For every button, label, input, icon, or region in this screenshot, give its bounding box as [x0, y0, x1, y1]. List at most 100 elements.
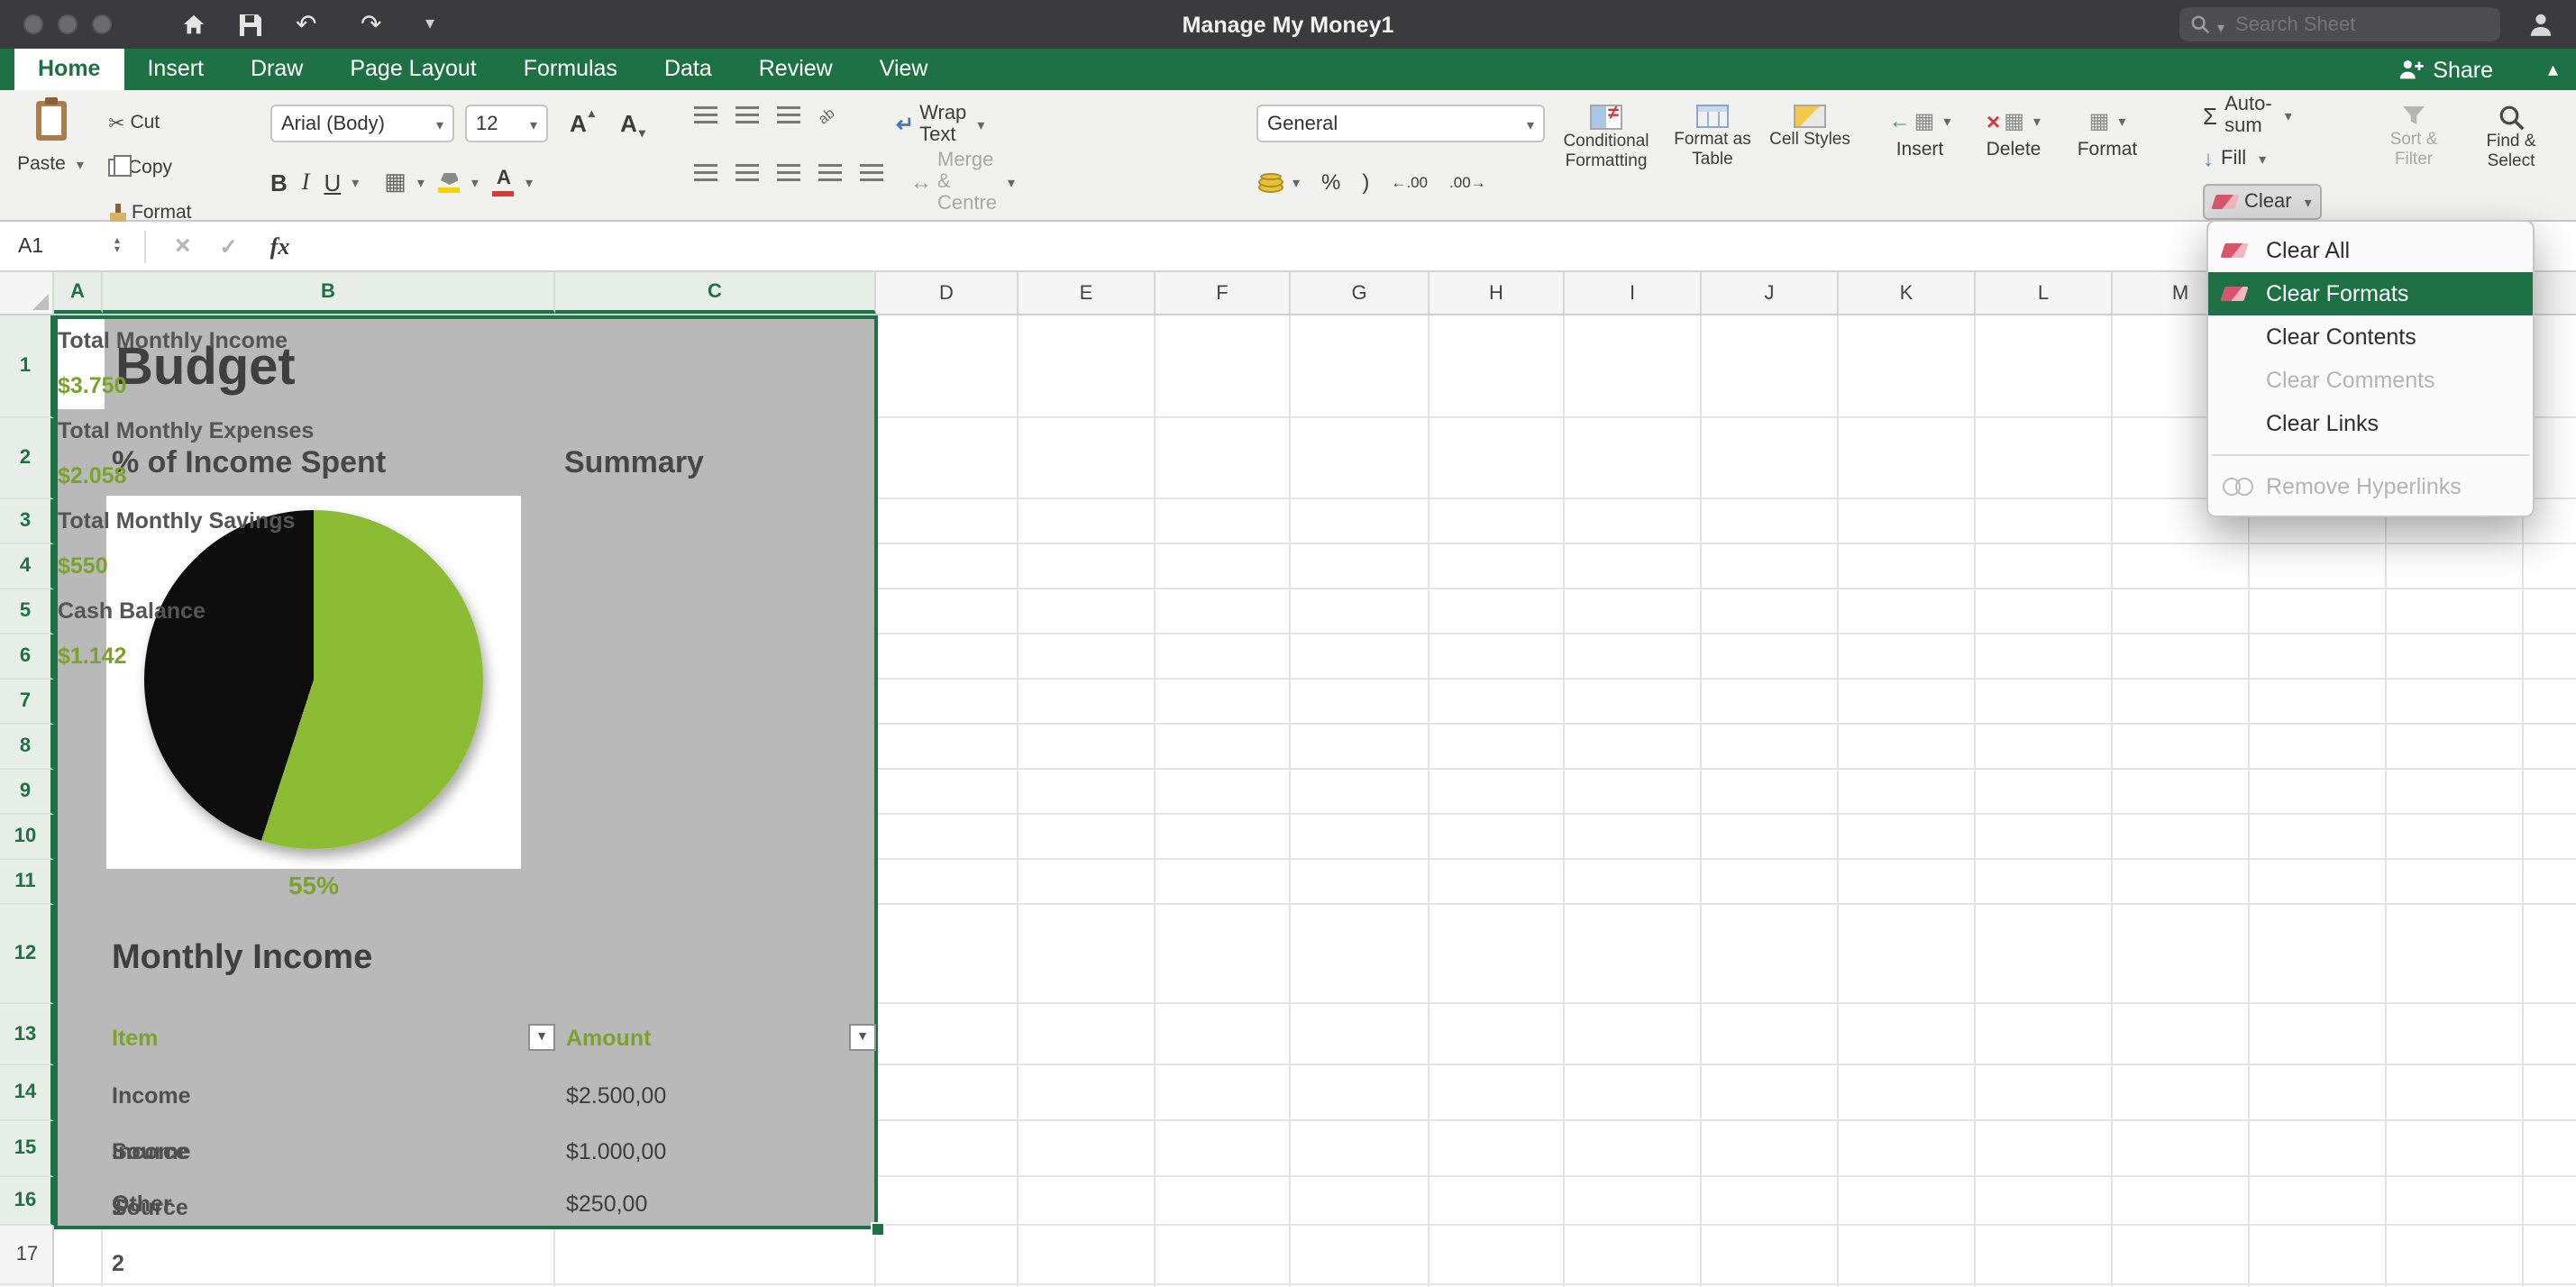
- amount-column-header-cell[interactable]: Amount: [566, 1008, 651, 1069]
- row-header-5[interactable]: 5: [0, 589, 54, 634]
- search-input[interactable]: [2232, 12, 2466, 37]
- format-cells-button[interactable]: Format: [2066, 108, 2149, 162]
- summary-title-cell[interactable]: Summary: [564, 422, 704, 503]
- copy-button[interactable]: Copy: [108, 150, 192, 186]
- row-header-13[interactable]: 13: [0, 1004, 54, 1065]
- increase-decimal-button[interactable]: ←.00: [1391, 173, 1428, 191]
- monthly-income-title-cell[interactable]: Monthly Income: [112, 908, 372, 1008]
- share-button[interactable]: Share: [2397, 49, 2493, 90]
- column-header-j[interactable]: J: [1702, 272, 1839, 314]
- column-header-k[interactable]: K: [1839, 272, 1976, 314]
- align-bottom-icon[interactable]: [777, 106, 800, 124]
- font-color-button[interactable]: A: [493, 164, 533, 200]
- conditional-formatting-button[interactable]: Conditional Formatting: [1554, 105, 1658, 172]
- column-header-b[interactable]: B: [103, 272, 555, 314]
- collapse-ribbon-chevron-icon[interactable]: [2548, 49, 2558, 90]
- text-orientation-icon[interactable]: ab: [815, 104, 837, 126]
- summary-item-label[interactable]: Total Monthly Income: [58, 319, 314, 364]
- row-header-11[interactable]: 11: [0, 860, 54, 905]
- align-center-icon[interactable]: [735, 164, 759, 182]
- row-header-9[interactable]: 9: [0, 770, 54, 815]
- column-header-a[interactable]: A: [54, 272, 103, 314]
- insert-function-fx-icon[interactable]: fx: [270, 232, 290, 260]
- tab-page-layout[interactable]: Page Layout: [326, 49, 499, 90]
- income-item-cell[interactable]: Income Source 1: [112, 1069, 191, 1125]
- item-filter-dropdown-button[interactable]: [528, 1024, 555, 1051]
- search-scope-chevron-icon[interactable]: [2217, 8, 2224, 41]
- tab-draw[interactable]: Draw: [227, 49, 326, 90]
- menu-item-clear-contents[interactable]: Clear Contents: [2208, 315, 2533, 359]
- tab-insert[interactable]: Insert: [123, 49, 227, 90]
- tab-formulas[interactable]: Formulas: [500, 49, 641, 90]
- row-header-17[interactable]: 17: [0, 1226, 54, 1285]
- menu-item-clear-links[interactable]: Clear Links: [2208, 402, 2533, 445]
- tab-review[interactable]: Review: [735, 49, 856, 90]
- bold-button[interactable]: B: [270, 169, 288, 196]
- currency-format-button[interactable]: [1260, 164, 1300, 200]
- align-top-icon[interactable]: [694, 106, 717, 124]
- summary-item-label[interactable]: Total Monthly Savings: [58, 499, 314, 544]
- pie-percent-label-cell[interactable]: 55%: [106, 863, 521, 908]
- increase-indent-icon[interactable]: [860, 164, 883, 182]
- cut-button[interactable]: Cut: [108, 105, 192, 141]
- increase-font-size-button[interactable]: [559, 105, 606, 142]
- italic-button[interactable]: I: [302, 168, 310, 196]
- borders-button[interactable]: [384, 164, 425, 200]
- row-header-14[interactable]: 14: [0, 1065, 54, 1121]
- name-box[interactable]: A1: [0, 235, 105, 257]
- row-header-10[interactable]: 10: [0, 815, 54, 860]
- row-header-16[interactable]: 16: [0, 1177, 54, 1226]
- fill-color-button[interactable]: [439, 164, 479, 200]
- menu-item-clear-formats[interactable]: Clear Formats: [2208, 272, 2533, 315]
- tab-home[interactable]: Home: [14, 49, 123, 90]
- row-header-6[interactable]: 6: [0, 634, 54, 680]
- format-as-table-button[interactable]: Format as Table: [1666, 105, 1759, 170]
- fill-button[interactable]: Fill: [2203, 141, 2266, 177]
- cancel-entry-icon[interactable]: [175, 230, 191, 262]
- name-box-stepper-icon[interactable]: [105, 237, 130, 255]
- align-middle-icon[interactable]: [735, 106, 759, 124]
- item-column-header-cell[interactable]: Item: [112, 1008, 158, 1069]
- selection-fill-handle[interactable]: [871, 1222, 885, 1237]
- select-all-corner[interactable]: [0, 272, 54, 314]
- column-header-f[interactable]: F: [1156, 272, 1291, 314]
- column-header-h[interactable]: H: [1430, 272, 1565, 314]
- income-amount-cell[interactable]: $2.500,00: [566, 1069, 666, 1125]
- column-header-l[interactable]: L: [1976, 272, 2113, 314]
- sort-filter-button[interactable]: Sort & Filter: [2369, 105, 2459, 170]
- income-item-cell[interactable]: Income Source 2: [112, 1125, 191, 1181]
- tab-data[interactable]: Data: [641, 49, 735, 90]
- income-amount-cell[interactable]: $250,00: [566, 1181, 647, 1229]
- column-header-e[interactable]: E: [1019, 272, 1156, 314]
- row-header-1[interactable]: 1: [0, 315, 54, 418]
- clear-button[interactable]: Clear: [2203, 184, 2323, 220]
- sheet-grid[interactable]: Budget % of Income Spent Summary 55% Tot…: [0, 315, 2576, 1287]
- column-header-g[interactable]: G: [1291, 272, 1430, 314]
- decrease-indent-icon[interactable]: [818, 164, 842, 182]
- number-format-combo[interactable]: General: [1256, 105, 1545, 142]
- row-header-12[interactable]: 12: [0, 905, 54, 1004]
- comma-format-button[interactable]: ): [1362, 169, 1369, 195]
- cell-styles-button[interactable]: Cell Styles: [1767, 105, 1853, 151]
- wrap-text-button[interactable]: Wrap Text: [896, 106, 984, 142]
- insert-cells-button[interactable]: Insert: [1878, 108, 1961, 162]
- column-header-d[interactable]: D: [876, 272, 1019, 314]
- row-header-2[interactable]: 2: [0, 418, 54, 499]
- account-person-icon[interactable]: [2527, 9, 2554, 40]
- delete-cells-button[interactable]: Delete: [1972, 108, 2055, 162]
- align-left-icon[interactable]: [694, 164, 717, 182]
- autosum-button[interactable]: Σ Auto-sum: [2203, 97, 2292, 133]
- font-name-combo[interactable]: Arial (Body): [270, 105, 454, 142]
- selected-range-a1-c16[interactable]: Budget % of Income Spent Summary 55% Tot…: [54, 315, 878, 1229]
- row-header-3[interactable]: 3: [0, 499, 54, 544]
- tab-view[interactable]: View: [856, 49, 952, 90]
- paste-button[interactable]: Paste: [11, 101, 90, 182]
- row-header-7[interactable]: 7: [0, 680, 54, 725]
- income-item-cell[interactable]: Other: [112, 1181, 172, 1229]
- merge-centre-button[interactable]: Merge & Centre: [910, 164, 1015, 200]
- amount-filter-dropdown-button[interactable]: [849, 1024, 876, 1051]
- summary-item-value[interactable]: $550: [58, 544, 314, 589]
- menu-item-clear-all[interactable]: Clear All: [2208, 229, 2533, 272]
- row-header-4[interactable]: 4: [0, 544, 54, 589]
- summary-item-value[interactable]: $1.142: [58, 634, 314, 680]
